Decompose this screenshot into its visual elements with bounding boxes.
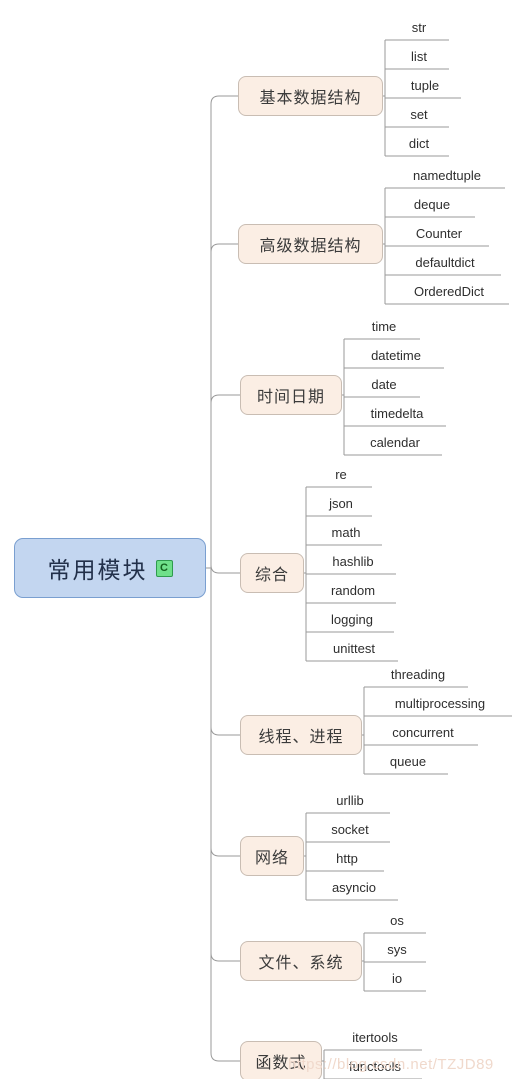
leaf-node[interactable]: itertools xyxy=(328,1026,422,1050)
root-node-content: 常用模块 C xyxy=(48,551,173,585)
leaf-node[interactable]: deque xyxy=(389,193,475,217)
leaf-node[interactable]: date xyxy=(348,373,420,397)
branch-node[interactable]: 文件、系统 xyxy=(240,941,362,981)
collapse-badge-icon[interactable]: C xyxy=(155,559,173,577)
branch-node[interactable]: 时间日期 xyxy=(240,375,342,415)
leaf-node[interactable]: dict xyxy=(389,132,449,156)
leaf-node[interactable]: sys xyxy=(368,938,426,962)
branch-node-label: 综合 xyxy=(254,567,289,584)
watermark-text: https://blog.csdn.net/TZJD89 xyxy=(288,1056,494,1073)
leaf-node[interactable]: OrderedDict xyxy=(389,280,509,304)
leaf-node[interactable]: list xyxy=(389,45,449,69)
leaf-node[interactable]: unittest xyxy=(310,637,398,661)
branch-node[interactable]: 线程、进程 xyxy=(240,715,362,755)
leaf-node[interactable]: datetime xyxy=(348,344,444,368)
branch-node-label: 高级数据结构 xyxy=(259,238,362,255)
leaf-node[interactable]: asyncio xyxy=(310,876,398,900)
leaf-node[interactable]: calendar xyxy=(348,431,442,455)
branch-node-label: 网络 xyxy=(254,850,289,867)
leaf-node[interactable]: timedelta xyxy=(348,402,446,426)
leaf-node[interactable]: tuple xyxy=(389,74,461,98)
leaf-node[interactable]: time xyxy=(348,315,420,339)
branch-node[interactable]: 高级数据结构 xyxy=(238,224,383,264)
leaf-node[interactable]: json xyxy=(310,492,372,516)
branch-node-label: 文件、系统 xyxy=(258,955,344,972)
leaf-node[interactable]: http xyxy=(310,847,384,871)
leaf-node[interactable]: threading xyxy=(368,663,468,687)
leaf-node[interactable]: math xyxy=(310,521,382,545)
leaf-node[interactable]: socket xyxy=(310,818,390,842)
leaf-node[interactable]: namedtuple xyxy=(389,164,505,188)
leaf-node[interactable]: defaultdict xyxy=(389,251,501,275)
root-node-label: 常用模块 xyxy=(47,557,148,583)
mindmap-canvas: 常用模块 C 基本数据结构 str list tuple set dict 高级数据结构 na… xyxy=(0,0,516,1079)
leaf-node[interactable]: logging xyxy=(310,608,394,632)
root-node[interactable]: 常用模块 C xyxy=(14,538,206,598)
branch-node[interactable]: 网络 xyxy=(240,836,304,876)
leaf-node[interactable]: set xyxy=(389,103,449,127)
leaf-node[interactable]: str xyxy=(389,16,449,40)
leaf-node[interactable]: random xyxy=(310,579,396,603)
leaf-node[interactable]: urllib xyxy=(310,789,390,813)
leaf-node[interactable]: concurrent xyxy=(368,721,478,745)
leaf-node[interactable]: Counter xyxy=(389,222,489,246)
branch-node-label: 基本数据结构 xyxy=(259,90,362,107)
branch-node[interactable]: 基本数据结构 xyxy=(238,76,383,116)
branch-node[interactable]: 综合 xyxy=(240,553,304,593)
leaf-node[interactable]: hashlib xyxy=(310,550,396,574)
leaf-node[interactable]: re xyxy=(310,463,372,487)
leaf-node[interactable]: os xyxy=(368,909,426,933)
branch-node-label: 时间日期 xyxy=(256,389,325,406)
branch-node-label: 线程、进程 xyxy=(258,729,344,746)
leaf-node[interactable]: io xyxy=(368,967,426,991)
leaf-node[interactable]: multiprocessing xyxy=(368,692,512,716)
leaf-node[interactable]: queue xyxy=(368,750,448,774)
